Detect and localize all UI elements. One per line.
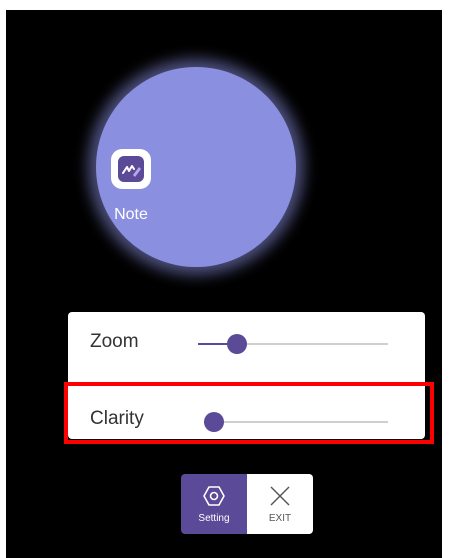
note-icon-glyph	[118, 156, 144, 182]
note-app-icon[interactable]	[111, 149, 151, 189]
zoom-slider[interactable]	[198, 334, 388, 354]
exit-label: EXIT	[268, 512, 292, 524]
close-icon	[270, 486, 290, 505]
setting-label: Setting	[198, 512, 230, 524]
bottom-toolbar: Setting EXIT	[181, 474, 313, 534]
settings-panel: Zoom Clarity	[68, 312, 425, 439]
clarity-slider-track	[204, 421, 388, 423]
zoom-label: Zoom	[90, 331, 139, 352]
screen: Note Zoom Clarity Setting EXIT	[6, 10, 442, 558]
zoom-row: Zoom	[68, 312, 425, 376]
zoom-slider-thumb[interactable]	[227, 334, 247, 354]
clarity-slider[interactable]	[204, 412, 388, 432]
clarity-label: Clarity	[90, 408, 144, 429]
exit-button[interactable]: EXIT	[247, 474, 313, 534]
app-label: Note	[114, 206, 148, 223]
setting-button[interactable]: Setting	[181, 474, 247, 534]
clarity-slider-thumb[interactable]	[204, 412, 224, 432]
clarity-row: Clarity	[68, 390, 425, 454]
hexagon-settings-icon	[203, 485, 225, 506]
pen-scribble-icon	[122, 165, 141, 177]
